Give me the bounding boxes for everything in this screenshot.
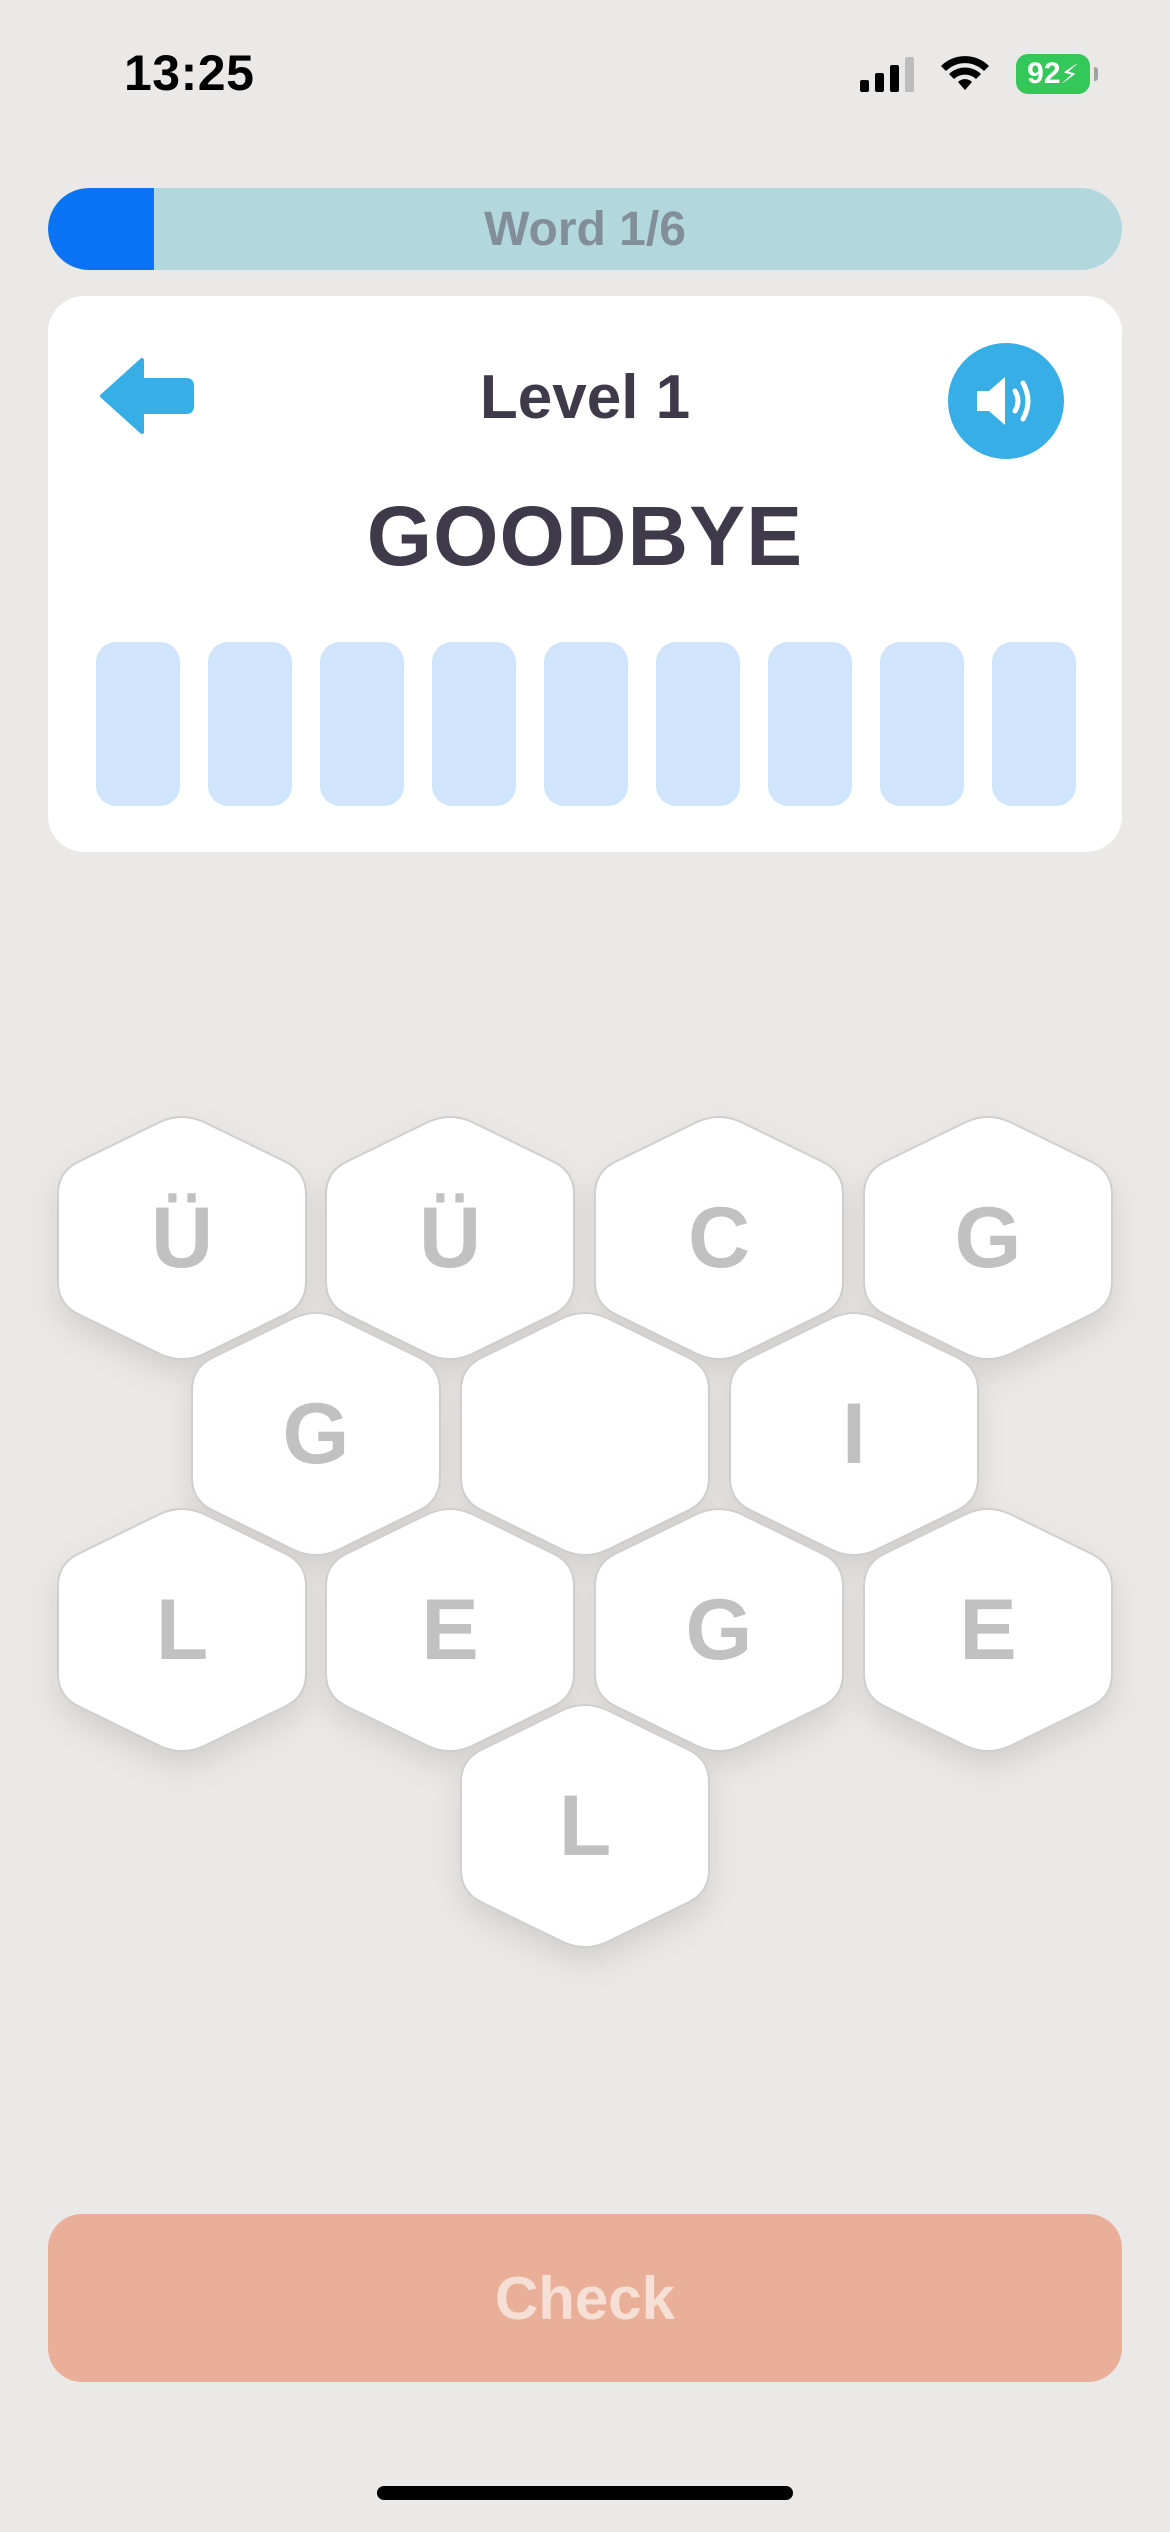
home-indicator [377, 2486, 793, 2500]
hex-letter: L [558, 1777, 612, 1874]
game-screen: 13:25 92 ⚡ Word 1/6 Level 1 GOODBYE Ü Ü … [0, 0, 1170, 2532]
hex-letter: E [959, 1581, 1017, 1678]
letter-hex[interactable]: E [860, 1504, 1116, 1756]
letter-hex-grid: ÜÜCGGILEGEL [0, 0, 1170, 2532]
hex-letter: L [155, 1581, 209, 1678]
letter-hex[interactable]: L [54, 1504, 310, 1756]
check-button[interactable]: Check [48, 2214, 1122, 2382]
letter-hex[interactable]: L [457, 1700, 713, 1952]
